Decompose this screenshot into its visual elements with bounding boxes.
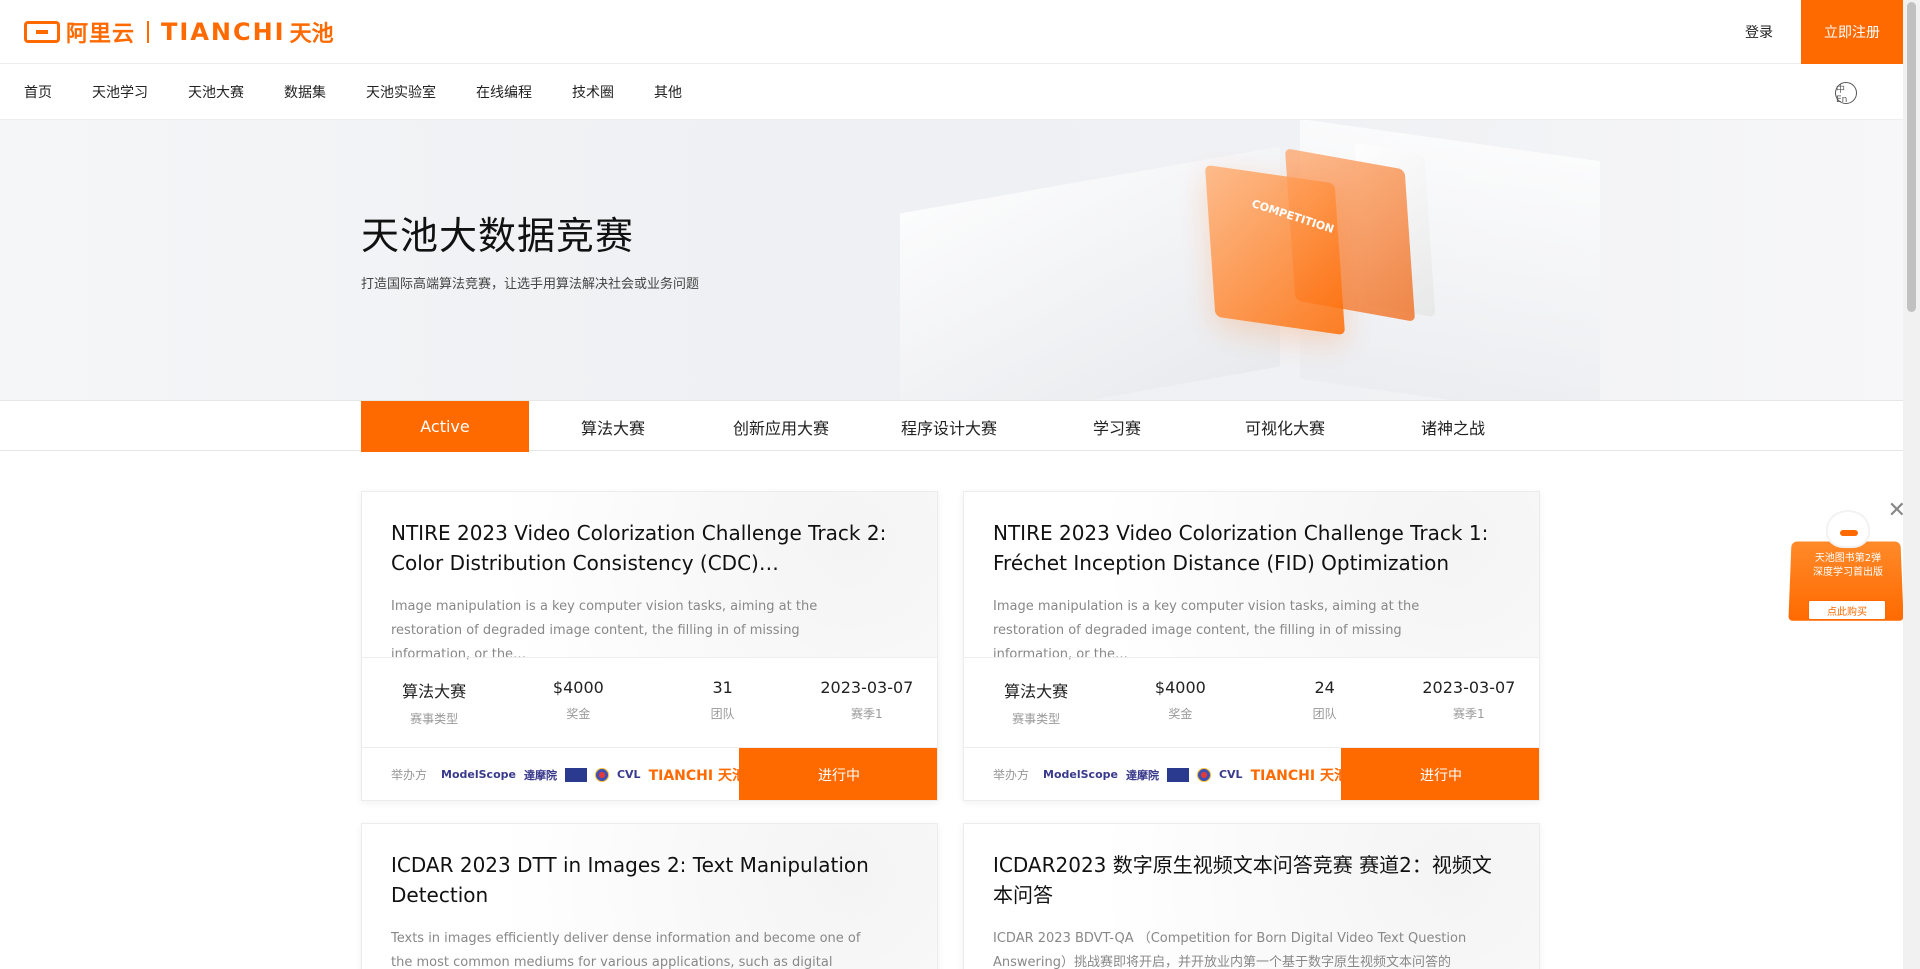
stat-label: 团队: [710, 707, 735, 721]
competition-card[interactable]: NTIRE 2023 Video Colorization Challenge …: [361, 491, 938, 801]
stat-value: 2023-03-07: [1422, 678, 1516, 697]
stat-label: 团队: [1312, 707, 1337, 721]
mascot-icon: [1826, 510, 1870, 548]
stat-value: $4000: [1154, 678, 1206, 697]
stat-label: 奖金: [1168, 707, 1193, 721]
tab-active[interactable]: Active: [361, 401, 529, 452]
damo-logo: 達摩院: [1125, 768, 1159, 782]
card-footer: 举办方 ModelScope 達摩院 CVL TIANCHI 天池 进行中: [964, 747, 1539, 800]
stat-label: 奖金: [566, 707, 591, 721]
nav-item-lab[interactable]: 天池实验室: [366, 82, 436, 102]
competition-card[interactable]: ICDAR 2023 DTT in Images 2: Text Manipul…: [361, 823, 938, 969]
stat-teams: 24 团队: [1253, 658, 1397, 747]
ad-text: 天池图书第2弹 深度学习首出版: [1798, 552, 1898, 580]
tab-innovation[interactable]: 创新应用大赛: [697, 401, 865, 452]
status-button[interactable]: 进行中: [1341, 748, 1539, 800]
ad-line-1: 天池图书第2弹: [1814, 553, 1882, 564]
close-icon[interactable]: ✕: [1888, 498, 1903, 523]
tianchi-logo: TIANCHI 天池: [1250, 767, 1348, 784]
cvl-logo: CVL: [616, 768, 641, 781]
stat-label: 赛事类型: [410, 712, 459, 726]
card-description: Texts in images efficiently deliver dens…: [391, 931, 861, 969]
card-title[interactable]: ICDAR 2023 DTT in Images 2: Text Manipul…: [391, 850, 891, 910]
logo-aliyun-text: 阿里云: [66, 22, 136, 47]
page-title: 天池大数据竞赛: [361, 214, 635, 258]
partner-logo-icon: [594, 767, 609, 782]
stat-prize: $4000 奖金: [506, 658, 650, 747]
tab-programming[interactable]: 程序设计大赛: [865, 401, 1033, 452]
stat-value: 24: [1314, 678, 1335, 697]
nav-item-competitions[interactable]: 天池大赛: [188, 82, 244, 102]
hero-banner: COMPETITION 天池大数据竞赛 打造国际高端算法竞赛，让选手用算法解决社…: [0, 120, 1903, 400]
nav-item-home[interactable]: 首页: [24, 82, 52, 102]
top-bar: 阿里云 TIANCHI 天池 登录 立即注册: [0, 0, 1903, 64]
page-subtitle: 打造国际高端算法竞赛，让选手用算法解决社会或业务问题: [361, 277, 700, 292]
stat-label: 赛季1: [1453, 707, 1485, 721]
category-tabs: Active 算法大赛 创新应用大赛 程序设计大赛 学习赛 可视化大赛 诸神之战: [361, 401, 1537, 452]
competition-card[interactable]: ICDAR2023 数字原生视频文本问答竞赛 赛道2：视频文本问答 ICDAR …: [963, 823, 1540, 969]
card-description: ICDAR 2023 BDVT-QA （Competition for Born…: [993, 931, 1467, 969]
stat-value: 31: [712, 678, 733, 697]
tab-visualization[interactable]: 可视化大赛: [1201, 401, 1369, 452]
logo-tianchi-cn-text: 天池: [289, 22, 334, 47]
stat-teams: 31 团队: [651, 658, 795, 747]
university-logo-icon: [564, 767, 587, 782]
damo-logo: 達摩院: [523, 768, 557, 782]
card-stats: 算法大赛赛事类型 $4000 奖金 24 团队 2023-03-07 赛季1: [964, 657, 1539, 747]
host-label: 举办方: [391, 768, 428, 782]
main-nav: 首页 天池学习 天池大赛 数据集 天池实验室 在线编程 技术圈 其他: [0, 64, 1903, 120]
tianchi-logo: TIANCHI 天池: [648, 767, 746, 784]
modelscope-logo: ModelScope: [441, 768, 516, 781]
card-stats: 算法大赛赛事类型 $4000 奖金 31 团队 2023-03-07 赛季1: [362, 657, 937, 747]
stat-value: 算法大赛: [1004, 682, 1069, 701]
logo-divider: [147, 21, 150, 43]
nav-item-datasets[interactable]: 数据集: [284, 82, 326, 102]
stat-season: 2023-03-07 赛季1: [1397, 658, 1539, 747]
nav-item-tech-circle[interactable]: 技术圈: [572, 82, 614, 102]
host-logos: ModelScope 達摩院 CVL TIANCHI 天池: [1043, 765, 1348, 785]
stat-prize: $4000 奖金: [1108, 658, 1252, 747]
card-title[interactable]: NTIRE 2023 Video Colorization Challenge …: [391, 518, 891, 578]
host-logos: ModelScope 達摩院 CVL TIANCHI 天池: [441, 765, 746, 785]
tab-learning[interactable]: 学习赛: [1033, 401, 1201, 452]
scrollbar-thumb[interactable]: [1907, 2, 1916, 312]
status-button[interactable]: 进行中: [739, 748, 937, 800]
aliyun-tianchi-logo[interactable]: 阿里云 TIANCHI 天池: [24, 18, 334, 47]
logo-tianchi-text: TIANCHI: [161, 18, 286, 46]
partner-logo-icon: [1196, 767, 1211, 782]
stat-type: 算法大赛 赛事类型: [964, 658, 1108, 747]
ad-line-2: 深度学习首出版: [1813, 567, 1883, 578]
stat-label: 赛事类型: [1012, 712, 1061, 726]
login-link[interactable]: 登录: [1745, 22, 1773, 42]
language-switch-icon[interactable]: 中En: [1835, 82, 1857, 105]
modelscope-logo: ModelScope: [1043, 768, 1118, 781]
card-footer: 举办方 ModelScope 達摩院 CVL TIANCHI 天池 进行中: [362, 747, 937, 800]
page: 阿里云 TIANCHI 天池 登录 立即注册 首页 天池学习 天池大赛 数据集 …: [0, 0, 1903, 969]
buy-button[interactable]: 点此购买: [1808, 600, 1886, 620]
register-button[interactable]: 立即注册: [1801, 0, 1903, 64]
stat-label: 赛季1: [851, 707, 883, 721]
tab-gods-battle[interactable]: 诸神之战: [1369, 401, 1537, 452]
nav-item-other[interactable]: 其他: [654, 82, 682, 102]
nav-item-online-coding[interactable]: 在线编程: [476, 82, 532, 102]
cvl-logo: CVL: [1218, 768, 1243, 781]
aliyun-bracket-icon: [24, 21, 60, 43]
stat-value: $4000: [552, 678, 604, 697]
card-title[interactable]: NTIRE 2023 Video Colorization Challenge …: [993, 518, 1493, 578]
stat-season: 2023-03-07 赛季1: [795, 658, 937, 747]
floating-book-ad[interactable]: ✕ 天池图书第2弹 深度学习首出版 点此购买: [1788, 498, 1903, 630]
university-logo-icon: [1166, 767, 1189, 782]
page-scrollbar[interactable]: [1903, 0, 1920, 969]
competition-card[interactable]: NTIRE 2023 Video Colorization Challenge …: [963, 491, 1540, 801]
category-tabs-bar: Active 算法大赛 创新应用大赛 程序设计大赛 学习赛 可视化大赛 诸神之战: [0, 400, 1903, 452]
nav-item-learning[interactable]: 天池学习: [92, 82, 148, 102]
host-label: 举办方: [993, 768, 1030, 782]
tab-algorithm[interactable]: 算法大赛: [529, 401, 697, 452]
card-title[interactable]: ICDAR2023 数字原生视频文本问答竞赛 赛道2：视频文本问答: [993, 850, 1493, 910]
stat-value: 算法大赛: [402, 682, 467, 701]
banner-decor-panel: [1204, 164, 1346, 336]
stat-value: 2023-03-07: [820, 678, 914, 697]
stat-type: 算法大赛 赛事类型: [362, 658, 506, 747]
